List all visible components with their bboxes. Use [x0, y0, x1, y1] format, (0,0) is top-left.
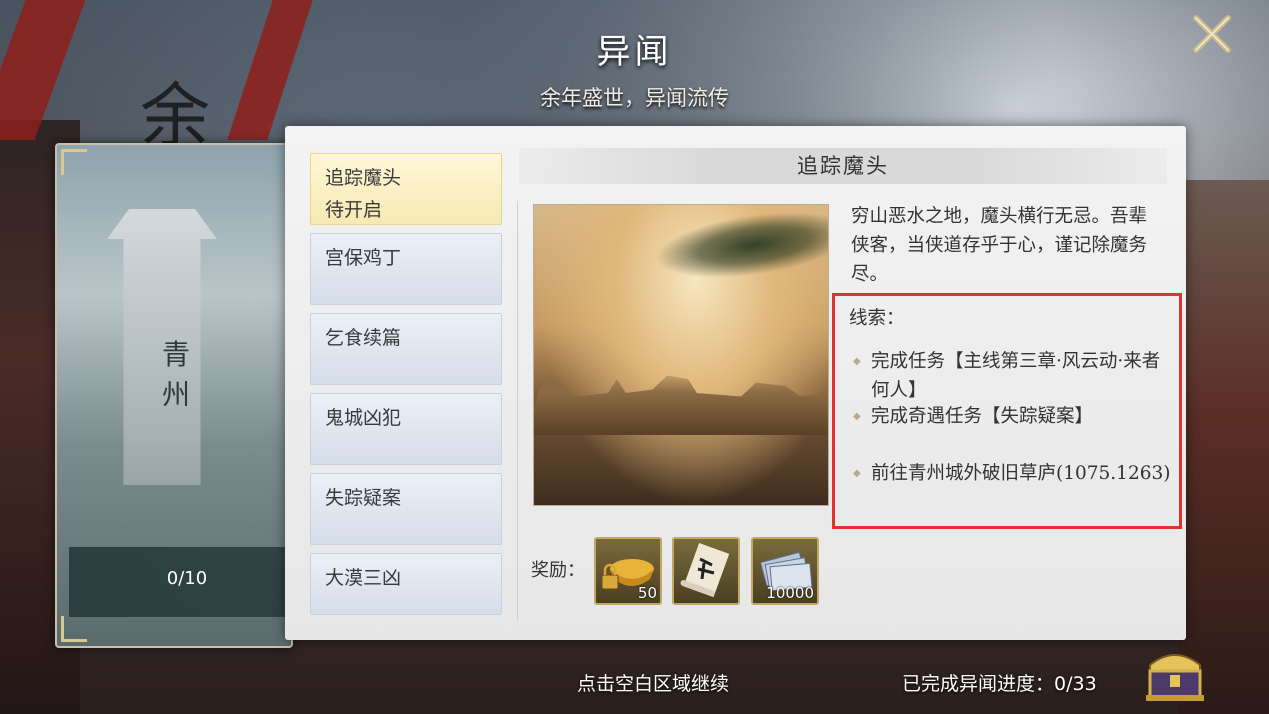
- region-name: 青州: [161, 338, 190, 411]
- reward-chest-button[interactable]: [1140, 635, 1210, 707]
- illustration-pine-branch: [650, 205, 828, 289]
- clue-item[interactable]: 前往青州城外破旧草庐(1075.1263): [853, 459, 1173, 488]
- overall-progress-label: 已完成异闻进度：: [902, 673, 1055, 695]
- close-icon: [1193, 15, 1231, 53]
- event-item[interactable]: 宫保鸡丁: [310, 233, 502, 305]
- frame-corner: [61, 149, 87, 175]
- event-item-active[interactable]: 追踪魔头 待开启: [310, 153, 502, 225]
- event-illustration: [533, 204, 829, 506]
- panel-divider: [517, 201, 518, 621]
- detail-title: 追踪魔头: [797, 154, 889, 178]
- frame-corner: [61, 616, 87, 642]
- background-building-right: [1179, 180, 1269, 714]
- page-title: 异闻: [596, 32, 673, 72]
- reward-item[interactable]: [672, 537, 740, 605]
- region-progress: 0/10: [166, 568, 208, 589]
- event-item-label: 大漠三凶: [325, 567, 402, 589]
- clue-item: 完成任务【主线第三章·风云动·来者何人】: [853, 347, 1173, 405]
- scroll-icon: [680, 542, 730, 598]
- event-panel: 追踪魔头 待开启 宫保鸡丁 乞食续篇 鬼城凶犯 失踪疑案 大漠三凶 追踪魔头 穷…: [285, 126, 1186, 640]
- page-subtitle: 余年盛世，异闻流传: [540, 86, 729, 110]
- event-item-label: 失踪疑案: [325, 487, 402, 509]
- event-description: 穷山恶水之地，魔头横行无忌。吾辈侠客，当侠道存乎于心，谨记除魔务尽。: [851, 206, 1148, 285]
- event-item-status: 待开启: [325, 199, 383, 221]
- event-item[interactable]: 失踪疑案: [310, 473, 502, 545]
- event-item-label: 鬼城凶犯: [325, 407, 402, 429]
- reward-label: 奖励：: [531, 560, 585, 581]
- region-card[interactable]: 青州 0/10: [55, 143, 293, 648]
- treasure-chest-icon: [1146, 654, 1204, 701]
- overall-progress-value: 0/33: [1054, 673, 1097, 695]
- overall-progress: 已完成异闻进度：0/33: [902, 669, 1097, 696]
- event-item[interactable]: 鬼城凶犯: [310, 393, 502, 465]
- reward-item[interactable]: 50: [594, 537, 662, 605]
- reward-item[interactable]: 10000: [751, 537, 819, 605]
- illustration-ruins: [534, 375, 828, 435]
- clue-item: 完成奇遇任务【失踪疑案】: [853, 402, 1173, 431]
- event-item-label: 追踪魔头: [325, 167, 402, 189]
- event-item-label: 宫保鸡丁: [325, 247, 402, 269]
- event-item-label: 乞食续篇: [325, 327, 402, 349]
- event-list: 追踪魔头 待开启 宫保鸡丁 乞食续篇 鬼城凶犯 失踪疑案 大漠三凶: [310, 153, 502, 623]
- close-button[interactable]: [1186, 10, 1238, 58]
- clue-heading: 线索：: [849, 308, 905, 329]
- reward-count: 10000: [766, 584, 814, 602]
- reward-count: 50: [637, 584, 657, 602]
- event-item[interactable]: 乞食续篇: [310, 313, 502, 385]
- event-item[interactable]: 大漠三凶: [310, 553, 502, 615]
